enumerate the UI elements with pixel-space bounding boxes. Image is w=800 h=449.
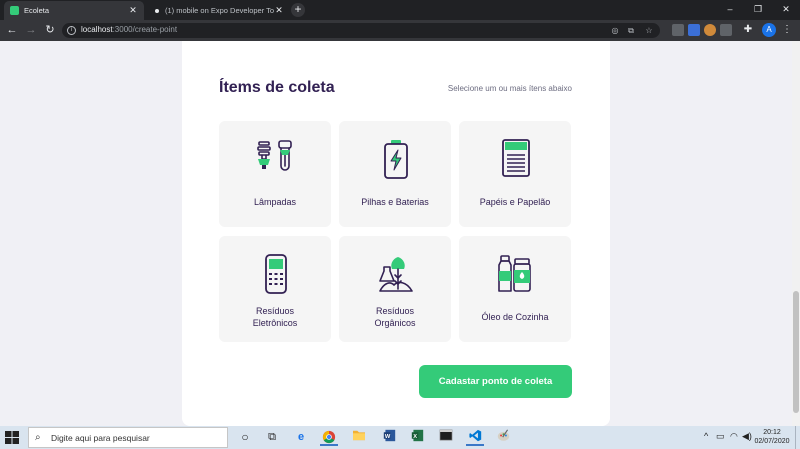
minimize-button[interactable]: –	[716, 0, 744, 20]
item-label: Lâmpadas	[253, 197, 297, 207]
tab-ecoleta[interactable]: Ecoleta ✕	[4, 1, 144, 20]
task-view-icon[interactable]: ⧉	[263, 429, 281, 446]
file-explorer-icon[interactable]	[350, 429, 368, 446]
windows-taskbar: ⌕ Digite aqui para pesquisar ○ ⧉ e W X ^…	[0, 426, 800, 449]
item-label: Resíduos Orgânicos	[344, 305, 446, 329]
url-path: :3000/create-point	[112, 25, 178, 34]
word-icon[interactable]: W	[380, 429, 398, 446]
item-label: Resíduos Eletrônicos	[224, 305, 326, 329]
show-hidden-icons-chevron-icon[interactable]: ^	[704, 431, 708, 441]
oil-icon	[498, 255, 531, 292]
submit-collection-point-button[interactable]: Cadastar ponto de coleta	[419, 365, 572, 398]
taskbar-search-placeholder: Digite aqui para pesquisar	[51, 433, 150, 443]
taskbar-search-box[interactable]: ⌕ Digite aqui para pesquisar	[28, 427, 228, 448]
chrome-icon[interactable]	[320, 429, 338, 446]
ecoleta-favicon-icon	[10, 6, 19, 15]
network-icon[interactable]: ▭	[716, 431, 725, 442]
bookmark-star-icon[interactable]: ☆	[644, 26, 654, 36]
location-icon[interactable]: ◎	[610, 26, 620, 36]
svg-text:W: W	[384, 434, 390, 440]
cortana-icon[interactable]: ○	[236, 429, 254, 446]
paper-icon	[502, 139, 530, 177]
vscode-icon[interactable]	[466, 429, 484, 446]
browser-tab-strip: Ecoleta ✕ (1) mobile on Expo Developer T…	[0, 0, 800, 20]
system-clock[interactable]: 20:12 02/07/2020	[752, 428, 792, 446]
extension-pen-icon[interactable]	[672, 24, 684, 36]
terminal-icon[interactable]	[437, 429, 455, 446]
tab-title: (1) mobile on Expo Developer To	[165, 6, 274, 15]
close-window-button[interactable]: ✕	[772, 0, 800, 20]
wifi-icon[interactable]: ◠	[730, 431, 738, 442]
item-label-line2: Orgânicos	[374, 318, 416, 328]
electronics-icon	[265, 254, 287, 294]
close-tab-icon[interactable]: ✕	[128, 5, 138, 16]
organic-icon	[379, 257, 413, 292]
back-arrow-icon[interactable]: ←	[4, 23, 20, 38]
item-lampadas[interactable]: Lâmpadas	[219, 121, 331, 227]
site-info-icon[interactable]: i	[67, 26, 76, 35]
extension-cookie-icon[interactable]	[704, 24, 716, 36]
items-legend-hint: Selecione um ou mais ítens abaixo	[447, 84, 572, 93]
item-label: Papéis e Papelão	[479, 197, 551, 207]
page-scrollbar[interactable]	[792, 41, 800, 426]
clock-time: 20:12	[763, 429, 781, 436]
windows-start-icon[interactable]	[4, 430, 20, 445]
extension-glasses-icon[interactable]	[720, 24, 732, 36]
menu-kebab-icon[interactable]: ⋮	[782, 23, 792, 37]
battery-icon	[384, 140, 408, 179]
excel-icon[interactable]: X	[408, 429, 426, 446]
item-label-line2: Eletrônicos	[252, 318, 298, 328]
lamps-icon	[257, 140, 292, 171]
browser-toolbar: ← → ↻ i localhost:3000/create-point ◎ ⧉ …	[0, 20, 800, 41]
address-bar[interactable]: i localhost:3000/create-point ◎ ⧉ ☆	[62, 23, 660, 38]
scrollbar-thumb[interactable]	[793, 291, 799, 413]
item-residuos-eletronicos[interactable]: Resíduos Eletrônicos	[219, 236, 331, 342]
close-tab-icon[interactable]: ✕	[274, 5, 284, 16]
extensions-puzzle-icon[interactable]: ✚	[742, 24, 754, 36]
item-pilhas-baterias[interactable]: Pilhas e Baterias	[339, 121, 451, 227]
search-icon: ⌕	[35, 432, 41, 443]
item-residuos-organicos[interactable]: Resíduos Orgânicos	[339, 236, 451, 342]
item-label-line1: Resíduos	[375, 306, 415, 316]
expo-favicon-icon	[155, 8, 159, 13]
page-viewport: Ítems de coleta Selecione um ou mais íte…	[0, 41, 792, 426]
url-text: localhost:3000/create-point	[81, 25, 177, 34]
new-tab-button[interactable]: +	[291, 3, 305, 17]
paint-icon[interactable]	[494, 429, 512, 446]
item-label-line1: Resíduos	[255, 306, 295, 316]
extension-translate-icon[interactable]	[688, 24, 700, 36]
svg-text:X: X	[413, 434, 417, 440]
forward-arrow-icon[interactable]: →	[23, 23, 39, 38]
tab-title: Ecoleta	[24, 6, 50, 15]
item-label: Óleo de Cozinha	[481, 312, 549, 322]
volume-icon[interactable]: ◀)	[742, 431, 752, 442]
clock-date: 02/07/2020	[754, 438, 790, 445]
item-oleo-cozinha[interactable]: Óleo de Cozinha	[459, 236, 571, 342]
url-host: localhost	[81, 25, 113, 34]
create-point-form: Ítems de coleta Selecione um ou mais íte…	[182, 41, 610, 426]
show-desktop-button[interactable]	[795, 426, 800, 449]
item-papeis-papelao[interactable]: Papéis e Papelão	[459, 121, 571, 227]
item-label: Pilhas e Baterias	[361, 197, 429, 207]
profile-avatar[interactable]: A	[762, 23, 776, 37]
items-legend-title: Ítems de coleta	[219, 79, 335, 96]
reload-icon[interactable]: ↻	[42, 23, 58, 38]
translate-icon[interactable]: ⧉	[626, 26, 636, 36]
edge-icon[interactable]: e	[292, 429, 310, 446]
tab-expo[interactable]: (1) mobile on Expo Developer To ✕	[146, 1, 290, 20]
maximize-button[interactable]: ❐	[744, 0, 772, 20]
